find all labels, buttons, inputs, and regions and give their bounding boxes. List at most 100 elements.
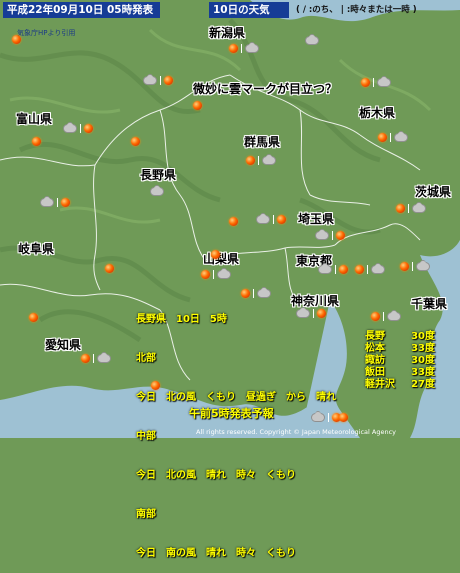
symbol-legend: ( / :のち、 | :時々または一時 ) — [296, 5, 417, 15]
pref-label-niigata: 新潟県 — [209, 26, 246, 40]
annotation-note: 微妙に雲マークが目立つ？ — [193, 82, 338, 96]
temperature-row: 長野 30度 — [365, 331, 435, 343]
temperature-value: 27度 — [411, 379, 435, 390]
temperature-place: 松本 — [365, 343, 385, 354]
temperature-place: 諏訪 — [365, 355, 385, 366]
weather-icon-group — [256, 212, 286, 226]
sun-icon — [336, 230, 345, 240]
sun-icon — [400, 261, 409, 271]
forecast-line: 南部 — [136, 509, 156, 520]
forecast-line: 今日 北の風 晴れ 時々 くもり — [136, 470, 296, 481]
cloud-icon — [315, 228, 329, 240]
sun-icon — [12, 34, 21, 44]
cloud-icon — [305, 33, 319, 45]
pref-label-saitama: 埼玉県 — [298, 212, 335, 226]
sun-icon — [339, 412, 348, 422]
weather-icon-group — [339, 410, 348, 424]
source-credit: 気象庁HPより引用 — [17, 29, 76, 37]
sun-icon — [201, 269, 210, 279]
temperature-table: 長野 30度 松本 33度 諏訪 30度 飯田 33度 軽井沢 27度 — [365, 331, 435, 391]
sun-icon — [355, 264, 364, 274]
temperature-value: 33度 — [411, 343, 435, 354]
cloud-icon — [217, 267, 231, 279]
sun-icon — [277, 214, 286, 224]
sun-icon — [61, 197, 70, 207]
sun-icon — [396, 203, 405, 213]
cloud-icon — [97, 351, 111, 363]
temperature-row: 飯田 33度 — [365, 367, 435, 379]
pref-label-nagano: 長野県 — [140, 168, 177, 182]
issued-header: 平成22年09月10日 05時発表 — [3, 2, 160, 18]
sun-icon — [193, 100, 202, 110]
temperature-place: 飯田 — [365, 367, 385, 378]
sun-icon — [84, 123, 93, 133]
sun-icon — [131, 136, 140, 146]
weather-icon-group — [32, 134, 41, 148]
weather-icon-group — [81, 351, 111, 365]
weather-icon-group — [40, 195, 70, 209]
pref-label-tochigi: 栃木県 — [359, 106, 396, 120]
cloud-icon — [262, 153, 276, 165]
sun-icon — [378, 132, 387, 142]
weather-icon-group — [229, 41, 259, 55]
temperature-place: 軽井沢 — [365, 379, 395, 390]
sun-icon — [371, 311, 380, 321]
weather-icon-group — [143, 73, 173, 87]
pref-label-chiba: 千葉県 — [411, 297, 448, 311]
weather-icon-group — [63, 121, 93, 135]
cloud-icon — [318, 262, 332, 274]
cloud-icon — [150, 184, 164, 196]
temperature-row: 軽井沢 27度 — [365, 379, 435, 391]
weather-icon-group — [105, 261, 114, 275]
pref-label-gifu: 岐阜県 — [18, 242, 55, 256]
weather-icon-group — [318, 262, 348, 276]
cloud-icon — [371, 262, 385, 274]
pref-label-toyama: 富山県 — [16, 112, 53, 126]
cloud-icon — [40, 195, 54, 207]
forecast-footer: 午前5時発表予報 — [189, 407, 274, 420]
sun-icon — [361, 77, 370, 87]
pref-label-yamanashi: 山梨県 — [203, 252, 240, 266]
weather-icon-group — [201, 267, 231, 281]
forecast-line: 北部 — [136, 353, 156, 364]
forecast-line: 今日 南の風 晴れ 時々 くもり — [136, 548, 296, 559]
target-day-header: 10日の天気 — [209, 2, 289, 18]
cloud-icon — [394, 130, 408, 142]
sun-icon — [229, 43, 238, 53]
cloud-icon — [63, 121, 77, 133]
cloud-icon — [143, 73, 157, 85]
temperature-row: 諏訪 30度 — [365, 355, 435, 367]
pref-label-ibaraki: 茨城県 — [415, 185, 452, 199]
weather-icon-group — [131, 134, 140, 148]
cloud-icon — [377, 75, 391, 87]
pref-label-gunma: 群馬県 — [244, 135, 281, 149]
cloud-icon — [416, 259, 430, 271]
weather-icon-group — [229, 214, 238, 228]
forecast-line: 長野県 10日 5時 — [136, 314, 227, 325]
weather-icon-group — [12, 32, 21, 46]
pref-label-aichi: 愛知県 — [45, 338, 82, 352]
copyright-notice: All rights reserved. Copyright © Japan M… — [196, 428, 397, 436]
weather-icon-group — [315, 228, 345, 242]
sun-icon — [229, 216, 238, 226]
weather-icon-group — [150, 184, 164, 198]
weather-icon-group — [193, 98, 202, 112]
weather-icon-group — [355, 262, 385, 276]
weather-icon-group — [246, 153, 276, 167]
sun-icon — [81, 353, 90, 363]
weather-icon-group — [400, 259, 430, 273]
weather-icon-group — [361, 75, 391, 89]
forecast-line: 今日 北の風 くもり 昼過ぎ から 晴れ — [136, 392, 336, 403]
weather-icon-group — [29, 310, 38, 324]
sun-icon — [105, 263, 114, 273]
sun-icon — [211, 249, 220, 259]
sun-icon — [246, 155, 255, 165]
cloud-icon — [245, 41, 259, 53]
cloud-icon — [256, 212, 270, 224]
cloud-icon — [387, 309, 401, 321]
weather-icon-group — [211, 247, 220, 261]
temperature-value: 30度 — [411, 331, 435, 342]
sun-icon — [29, 312, 38, 322]
temperature-value: 30度 — [411, 355, 435, 366]
sun-icon — [32, 136, 41, 146]
